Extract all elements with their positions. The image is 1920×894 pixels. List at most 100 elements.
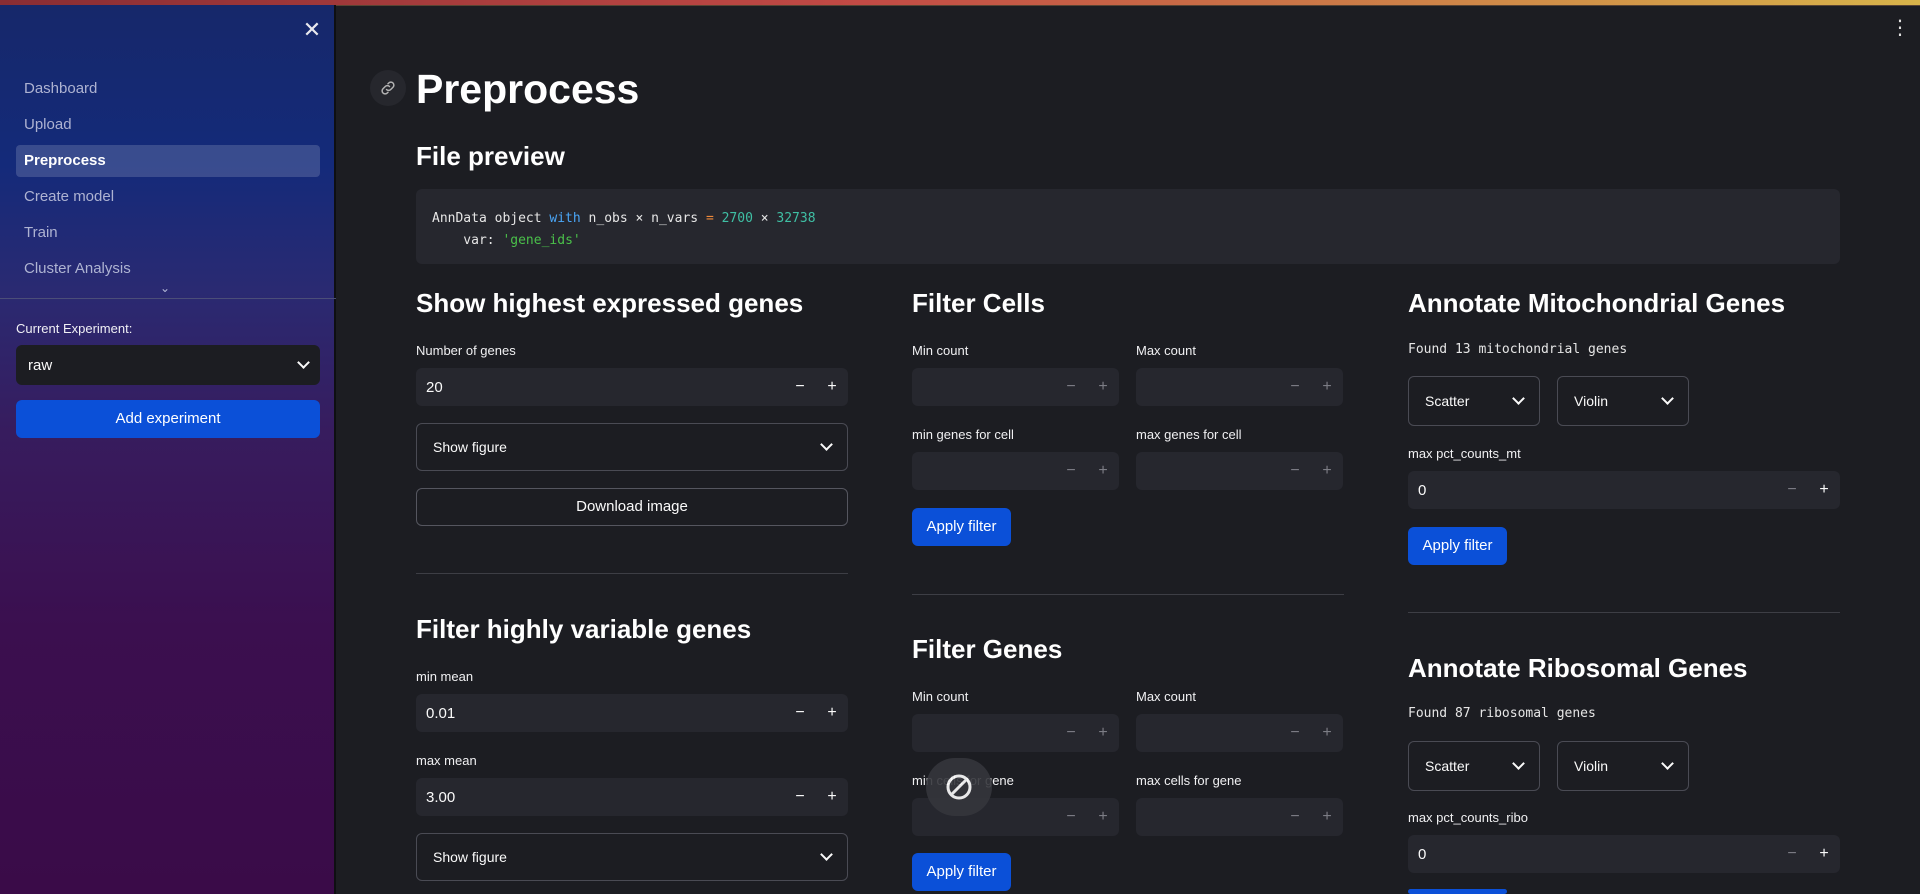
min-mean-input[interactable]: 0.01 − +: [416, 694, 848, 732]
code-number: 2700: [713, 211, 753, 226]
max-pct-counts-mt-value[interactable]: 0: [1408, 482, 1776, 499]
highest-show-figure-select[interactable]: Show figure: [416, 423, 848, 471]
mito-apply-button[interactable]: Apply filter: [1408, 527, 1507, 565]
download-image-button[interactable]: Download image: [416, 488, 848, 526]
add-experiment-button[interactable]: Add experiment: [16, 400, 320, 438]
sidebar-item-dashboard[interactable]: Dashboard: [16, 73, 320, 105]
chevron-down-icon: [1512, 757, 1525, 770]
filter-genes-title: Filter Genes: [912, 634, 1063, 664]
code-operator: =: [705, 211, 714, 226]
mito-found-text: Found 13 mitochondrial genes: [1408, 342, 1628, 357]
filter-cells-title: Filter Cells: [912, 288, 1045, 318]
decrement-button[interactable]: −: [784, 704, 816, 722]
increment-button[interactable]: +: [1311, 378, 1343, 396]
increment-button[interactable]: +: [1087, 462, 1119, 480]
max-mean-input[interactable]: 3.00 − +: [416, 778, 848, 816]
ribo-found-text: Found 87 ribosomal genes: [1408, 706, 1596, 721]
select-value: Scatter: [1425, 393, 1470, 409]
max-pct-counts-ribo-value[interactable]: 0: [1408, 846, 1776, 863]
hvg-show-figure-select[interactable]: Show figure: [416, 833, 848, 881]
genes-max-count-input[interactable]: − +: [1136, 714, 1343, 752]
sidebar-item-create-model[interactable]: Create model: [16, 181, 320, 213]
increment-button[interactable]: +: [1311, 462, 1343, 480]
chevron-down-icon: [820, 848, 833, 861]
number-of-genes-input[interactable]: 20 − +: [416, 368, 848, 406]
decrement-button[interactable]: −: [1279, 378, 1311, 396]
max-genes-for-cell-input[interactable]: − +: [1136, 452, 1343, 490]
select-value: Violin: [1574, 393, 1608, 409]
page-title: Preprocess: [416, 66, 640, 112]
decrement-button[interactable]: −: [1776, 481, 1808, 499]
increment-button[interactable]: +: [1311, 808, 1343, 826]
increment-button[interactable]: +: [1087, 808, 1119, 826]
decrement-button[interactable]: −: [1055, 724, 1087, 742]
cells-min-count-input[interactable]: − +: [912, 368, 1119, 406]
decrement-button[interactable]: −: [1055, 462, 1087, 480]
genes-min-count-label: Min count: [912, 689, 969, 704]
sidebar-item-train[interactable]: Train: [16, 217, 320, 249]
experiment-label: Current Experiment:: [16, 321, 133, 336]
number-of-genes-value[interactable]: 20: [416, 379, 784, 396]
max-cells-for-gene-input[interactable]: − +: [1136, 798, 1343, 836]
max-pct-counts-ribo-input[interactable]: 0 − +: [1408, 835, 1840, 873]
max-pct-counts-mt-input[interactable]: 0 − +: [1408, 471, 1840, 509]
min-mean-label: min mean: [416, 669, 474, 684]
expand-nav-chevron-icon[interactable]: ⌄: [160, 281, 170, 295]
cells-max-count-input[interactable]: − +: [1136, 368, 1343, 406]
mito-violin-select[interactable]: Violin: [1557, 376, 1689, 426]
increment-button[interactable]: +: [1808, 481, 1840, 499]
increment-button[interactable]: +: [1808, 845, 1840, 863]
decrement-button[interactable]: −: [1776, 845, 1808, 863]
decrement-button[interactable]: −: [784, 788, 816, 806]
code-text: var:: [432, 233, 503, 248]
decrement-button[interactable]: −: [784, 378, 816, 396]
sidebar-item-preprocess[interactable]: Preprocess: [16, 145, 320, 177]
decrement-button[interactable]: −: [1279, 462, 1311, 480]
experiment-select[interactable]: raw: [16, 345, 320, 385]
experiment-select-value: raw: [28, 356, 53, 374]
chevron-down-icon: [297, 356, 310, 369]
code-text: n_obs × n_vars: [580, 211, 706, 226]
mito-scatter-select[interactable]: Scatter: [1408, 376, 1540, 426]
sidebar-divider: [0, 298, 336, 299]
number-of-genes-label: Number of genes: [416, 343, 516, 358]
file-preview-title: File preview: [416, 141, 565, 171]
divider: [912, 594, 1344, 595]
ribo-apply-button-partial[interactable]: [1408, 889, 1507, 894]
ribo-scatter-select[interactable]: Scatter: [1408, 741, 1540, 791]
decrement-button[interactable]: −: [1279, 724, 1311, 742]
decrement-button[interactable]: −: [1055, 378, 1087, 396]
sidebar-nav: Dashboard Upload Preprocess Create model…: [16, 73, 320, 289]
highest-genes-title: Show highest expressed genes: [416, 288, 804, 318]
kebab-menu-icon[interactable]: ⋮: [1890, 18, 1910, 38]
increment-button[interactable]: +: [1087, 724, 1119, 742]
min-genes-for-cell-label: min genes for cell: [912, 427, 1014, 442]
increment-button[interactable]: +: [816, 788, 848, 806]
file-preview-code: AnnData object with n_obs × n_vars = 270…: [416, 189, 1840, 264]
max-mean-label: max mean: [416, 753, 477, 768]
decrement-button[interactable]: −: [1055, 808, 1087, 826]
code-string: 'gene_ids': [502, 233, 581, 248]
filter-cells-apply-button[interactable]: Apply filter: [912, 508, 1011, 546]
close-icon[interactable]: ✕: [300, 19, 324, 43]
max-pct-counts-mt-label: max pct_counts_mt: [1408, 446, 1521, 461]
link-icon[interactable]: [370, 70, 406, 106]
min-mean-value[interactable]: 0.01: [416, 705, 784, 722]
filter-genes-apply-button[interactable]: Apply filter: [912, 853, 1011, 891]
select-value: Violin: [1574, 758, 1608, 774]
max-mean-value[interactable]: 3.00: [416, 789, 784, 806]
genes-min-count-input[interactable]: − +: [912, 714, 1119, 752]
ribo-title: Annotate Ribosomal Genes: [1408, 653, 1748, 683]
decrement-button[interactable]: −: [1279, 808, 1311, 826]
select-value: Scatter: [1425, 758, 1470, 774]
divider: [1408, 612, 1840, 613]
max-genes-for-cell-label: max genes for cell: [1136, 427, 1242, 442]
increment-button[interactable]: +: [816, 378, 848, 396]
sidebar-item-upload[interactable]: Upload: [16, 109, 320, 141]
min-genes-for-cell-input[interactable]: − +: [912, 452, 1119, 490]
increment-button[interactable]: +: [816, 704, 848, 722]
increment-button[interactable]: +: [1087, 378, 1119, 396]
ribo-violin-select[interactable]: Violin: [1557, 741, 1689, 791]
chevron-down-icon: [1661, 392, 1674, 405]
increment-button[interactable]: +: [1311, 724, 1343, 742]
